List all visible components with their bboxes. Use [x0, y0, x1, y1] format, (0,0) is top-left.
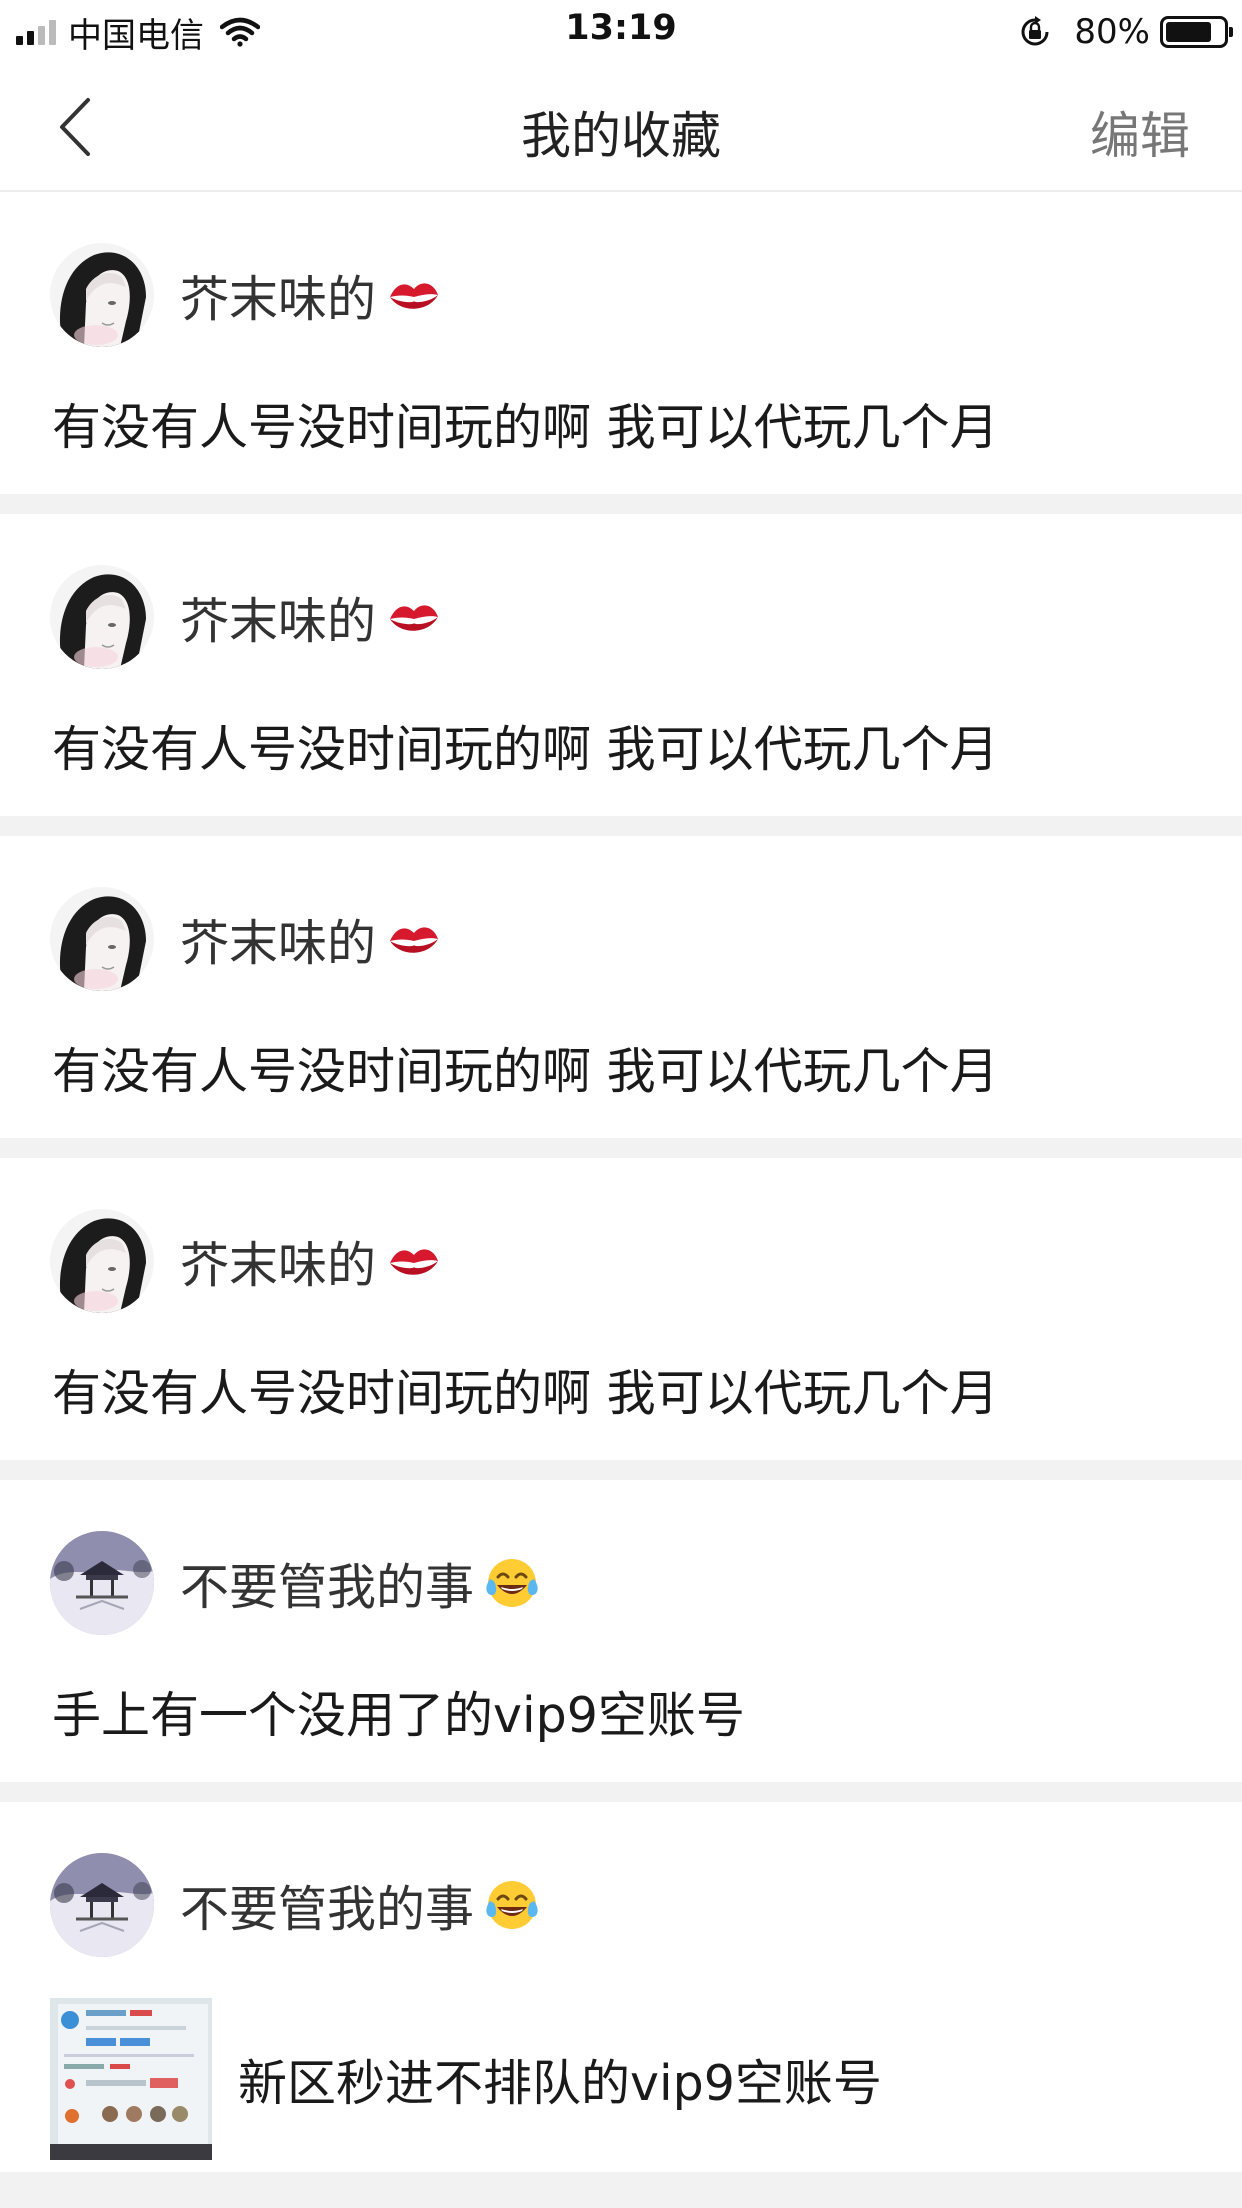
anime-portrait-avatar — [50, 887, 154, 991]
avatar[interactable] — [50, 565, 154, 669]
favorite-post[interactable]: 芥末味的 有没有人号没时间玩的啊 我可以代玩几个月 — [0, 192, 1242, 494]
snowy-pavilion-avatar — [50, 1853, 154, 1957]
favorite-post[interactable]: 芥末味的 有没有人号没时间玩的啊 我可以代玩几个月 — [0, 1158, 1242, 1460]
avatar[interactable] — [50, 1209, 154, 1313]
post-header: 不要管我的事 — [50, 1530, 540, 1636]
tears-of-joy-icon — [486, 1559, 538, 1607]
post-header: 芥末味的 — [50, 242, 442, 348]
battery-fill — [1166, 22, 1211, 42]
anime-portrait-avatar — [50, 243, 154, 347]
post-text: 有没有人号没时间玩的啊 我可以代玩几个月 — [52, 1043, 999, 1100]
battery-percent: 80% — [1074, 12, 1150, 52]
game-screenshot-thumbnail[interactable] — [50, 1998, 212, 2160]
kiss-mark-icon — [390, 927, 439, 953]
post-text: 有没有人号没时间玩的啊 我可以代玩几个月 — [52, 399, 999, 456]
kiss-mark-icon — [390, 605, 439, 631]
username[interactable]: 芥末味的 — [180, 260, 376, 331]
battery-icon — [1160, 16, 1233, 48]
username[interactable]: 芥末味的 — [180, 904, 376, 975]
post-header: 芥末味的 — [50, 564, 442, 670]
status-bar: 中国电信 13:19 80% — [0, 0, 1242, 62]
favorite-post[interactable]: 芥末味的 有没有人号没时间玩的啊 我可以代玩几个月 — [0, 836, 1242, 1138]
kiss-mark-icon — [390, 283, 439, 309]
username[interactable]: 不要管我的事 — [180, 1548, 474, 1619]
tears-of-joy-icon — [486, 1881, 538, 1929]
avatar[interactable] — [50, 1853, 154, 1957]
page-title: 我的收藏 — [521, 107, 721, 165]
favorite-post[interactable]: 不要管我的事 新区秒进不排队的vip9空账号 — [0, 1802, 1242, 2172]
post-header: 芥末味的 — [50, 1208, 442, 1314]
post-text: 有没有人号没时间玩的啊 我可以代玩几个月 — [52, 1365, 999, 1422]
favorite-post[interactable]: 芥末味的 有没有人号没时间玩的啊 我可以代玩几个月 — [0, 514, 1242, 816]
kiss-mark-icon — [390, 1249, 439, 1275]
status-right: 80% — [1018, 12, 1233, 52]
nav-bar: 我的收藏 编辑 — [0, 62, 1242, 192]
username[interactable]: 不要管我的事 — [180, 1870, 474, 1941]
anime-portrait-avatar — [50, 1209, 154, 1313]
post-text: 新区秒进不排队的vip9空账号 — [238, 2054, 882, 2112]
post-header: 不要管我的事 — [50, 1852, 540, 1958]
post-text: 手上有一个没用了的vip9空账号 — [52, 1687, 745, 1744]
username[interactable]: 芥末味的 — [180, 1226, 376, 1297]
favorite-post[interactable]: 不要管我的事 手上有一个没用了的vip9空账号 — [0, 1480, 1242, 1782]
username[interactable]: 芥末味的 — [180, 582, 376, 653]
anime-portrait-avatar — [50, 565, 154, 669]
post-header: 芥末味的 — [50, 886, 442, 992]
thumbnail-image — [50, 1998, 212, 2160]
avatar[interactable] — [50, 1531, 154, 1635]
avatar[interactable] — [50, 887, 154, 991]
avatar[interactable] — [50, 243, 154, 347]
favorites-list: 芥末味的 有没有人号没时间玩的啊 我可以代玩几个月 芥末味的 有没有人号没时间玩… — [0, 192, 1242, 2192]
rotation-lock-icon — [1021, 16, 1049, 46]
snowy-pavilion-avatar — [50, 1531, 154, 1635]
edit-button[interactable]: 编辑 — [1090, 96, 1190, 168]
post-media-row: 新区秒进不排队的vip9空账号 — [50, 1998, 882, 2160]
post-text: 有没有人号没时间玩的啊 我可以代玩几个月 — [52, 721, 999, 778]
